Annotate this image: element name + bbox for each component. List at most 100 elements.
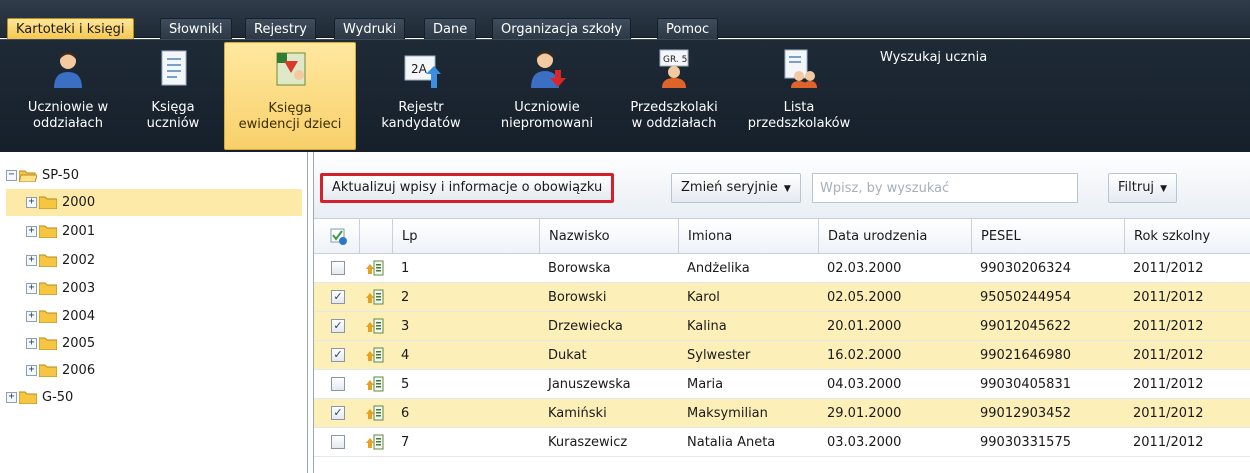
expand-toggle-icon[interactable]: +	[26, 255, 37, 266]
children-register-icon	[276, 52, 306, 86]
not-promoted-icon	[531, 51, 566, 88]
table-row[interactable]: ✓ 2 Borowski Karol 02.05.2000 95050244954 2011…	[314, 283, 1250, 312]
search-input[interactable]	[812, 173, 1078, 203]
student-icon	[54, 52, 82, 88]
ribbon-label: Uczniowie niepromowani	[500, 100, 594, 131]
record-details-icon[interactable]	[366, 434, 384, 450]
table-row[interactable]: ✓ 6 Kamiński Maksymilian 29.01.2000 990129034…	[314, 399, 1250, 428]
table-row[interactable]: ✓ 4 Dukat Sylwester 16.02.2000 99021646980 201…	[314, 341, 1250, 370]
cell-pesel: 99012045622	[980, 319, 1071, 334]
expand-toggle-icon[interactable]: +	[26, 338, 37, 349]
ribbon-uczniowie-niepromowani[interactable]: Uczniowie niepromowani	[490, 42, 604, 150]
column-lp[interactable]: Lp	[392, 219, 539, 254]
tree-node-2006[interactable]: + 2006	[26, 357, 226, 384]
folder-icon	[39, 225, 57, 238]
expand-toggle-icon[interactable]: +	[26, 365, 37, 376]
cell-nazwisko: Dukat	[548, 348, 587, 363]
tree-node-2005[interactable]: + 2005	[26, 330, 226, 357]
change-serial-button[interactable]: Zmień seryjnie ▼	[671, 173, 801, 203]
table-row[interactable]: ✓ 3 Drzewiecka Kalina 20.01.2000 99012045622 2…	[314, 312, 1250, 341]
record-details-icon[interactable]	[366, 376, 384, 392]
ribbon-ksiega-uczniow[interactable]: Księga uczniów	[134, 42, 212, 150]
ribbon-ksiega-ewidencji-dzieci[interactable]: Księga ewidencji dzieci	[224, 42, 356, 150]
cell-imiona: Natalia Aneta	[687, 435, 776, 450]
cell-lp: 4	[401, 348, 410, 363]
tree-node-2003[interactable]: + 2003	[26, 275, 226, 302]
collapse-toggle-icon[interactable]: −	[6, 170, 17, 181]
tab-dane[interactable]: Dane	[424, 18, 477, 40]
table-row[interactable]: 5 Januszewska Maria 04.03.2000 99030405831 20…	[314, 370, 1250, 399]
select-all-icon[interactable]	[330, 228, 348, 246]
book-icon	[161, 50, 187, 86]
expand-toggle-icon[interactable]: +	[26, 311, 37, 322]
cell-pesel: 99030331575	[980, 435, 1071, 450]
tree-node-g-50[interactable]: + G-50	[6, 384, 206, 411]
cell-data-urodzenia: 03.03.2000	[827, 435, 902, 450]
tab-organizacja[interactable]: Organizacja szkoły	[492, 18, 632, 40]
expand-toggle-icon[interactable]: +	[26, 197, 37, 208]
cell-rok-szkolny: 2011/2012	[1133, 261, 1204, 276]
tab-rejestry[interactable]: Rejestry	[245, 18, 316, 40]
cell-data-urodzenia: 29.01.2000	[827, 406, 902, 421]
column-nazwisko[interactable]: Nazwisko	[539, 219, 678, 254]
tree-node-2000[interactable]: + 2000	[6, 189, 302, 216]
record-details-icon[interactable]	[366, 260, 384, 276]
update-entries-button[interactable]: Aktualizuj wpisy i informacje o obowiązk…	[320, 173, 615, 203]
column-data-urodzenia[interactable]: Data urodzenia	[818, 219, 971, 254]
row-checkbox[interactable]: ✓	[331, 348, 345, 362]
table-row[interactable]: 1 Borowska Andżelika 02.03.2000 99030206324 2…	[314, 254, 1250, 283]
icon-column-header	[359, 219, 392, 254]
folder-icon	[19, 391, 37, 404]
tree-node-sp-50[interactable]: − SP-50	[6, 162, 296, 189]
select-all-header[interactable]	[314, 219, 359, 254]
tree-node-2002[interactable]: + 2002	[26, 247, 226, 274]
row-checkbox[interactable]	[331, 261, 345, 275]
row-checkbox[interactable]	[331, 377, 345, 391]
tree-label: 2000	[62, 195, 96, 210]
ribbon-przedszkolaki-w-oddzialach[interactable]: GR. 5 Przedszkolaki w oddziałach	[614, 42, 734, 150]
tab-slowniki[interactable]: Słowniki	[160, 18, 232, 40]
ribbon-lista-przedszkolakow[interactable]: Lista przedszkolaków	[744, 42, 854, 150]
cell-imiona: Maksymilian	[687, 406, 768, 421]
row-checkbox[interactable]: ✓	[331, 406, 345, 420]
tab-pomoc[interactable]: Pomoc	[657, 18, 719, 40]
folder-icon	[39, 364, 57, 377]
tab-kartoteki[interactable]: Kartoteki i księgi	[7, 18, 134, 40]
cell-data-urodzenia: 02.05.2000	[827, 290, 902, 305]
expand-toggle-icon[interactable]: +	[26, 283, 37, 294]
row-checkbox[interactable]: ✓	[331, 290, 345, 304]
column-imiona[interactable]: Imiona	[678, 219, 818, 254]
tab-wydruki[interactable]: Wydruki	[334, 18, 406, 40]
cell-data-urodzenia: 04.03.2000	[827, 377, 902, 392]
cell-lp: 2	[401, 290, 410, 305]
column-rok-szkolny[interactable]: Rok szkolny	[1124, 219, 1250, 254]
record-details-icon[interactable]	[366, 289, 384, 305]
tree-node-2004[interactable]: + 2004	[26, 303, 226, 330]
cell-pesel: 95050244954	[980, 290, 1071, 305]
cell-pesel: 99021646980	[980, 348, 1071, 363]
record-details-icon[interactable]	[366, 405, 384, 421]
record-details-icon[interactable]	[366, 347, 384, 363]
ribbon-rejestr-kandydatow[interactable]: 2A Rejestr kandydatów	[368, 42, 474, 150]
column-pesel[interactable]: PESEL	[971, 219, 1124, 254]
folder-icon	[39, 196, 57, 209]
chevron-down-icon: ▼	[1160, 184, 1167, 194]
expand-toggle-icon[interactable]: +	[6, 392, 17, 403]
tree-node-2001[interactable]: + 2001	[26, 218, 226, 245]
cell-pesel: 99030405831	[980, 377, 1071, 392]
folder-open-icon	[19, 170, 37, 182]
folder-icon	[39, 310, 57, 323]
ribbon-uczniowie-w-oddzialach[interactable]: Uczniowie w oddziałach	[8, 42, 128, 150]
expand-toggle-icon[interactable]: +	[26, 226, 37, 237]
search-student-label[interactable]: Wyszukaj ucznia	[880, 50, 987, 65]
ribbon-label: Uczniowie w oddziałach	[27, 100, 109, 131]
cell-rok-szkolny: 2011/2012	[1133, 319, 1204, 334]
tree-label: 2002	[62, 253, 96, 268]
row-checkbox[interactable]	[331, 435, 345, 449]
filter-button[interactable]: Filtruj ▼	[1108, 173, 1177, 203]
record-details-icon[interactable]	[366, 318, 384, 334]
row-checkbox[interactable]: ✓	[331, 319, 345, 333]
table-row[interactable]: 7 Kuraszewicz Natalia Aneta 03.03.2000 99030…	[314, 428, 1250, 457]
cell-lp: 6	[401, 406, 410, 421]
tree-label: 2005	[62, 336, 96, 351]
